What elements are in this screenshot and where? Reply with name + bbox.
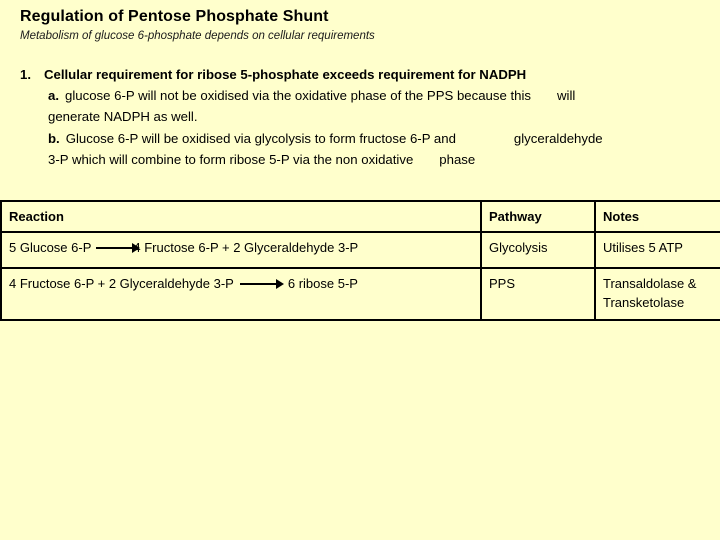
page-title: Regulation of Pentose Phosphate Shunt xyxy=(20,8,329,25)
list-item-1-number: 1. xyxy=(20,67,31,82)
list-item-a-line2-text: generate NADPH as well. xyxy=(48,109,198,125)
cell-pathway: PPS xyxy=(480,267,596,321)
table-row: 5 Glucose 6-P 4 Fructose 6-P + 2 Glyceral… xyxy=(0,231,720,269)
reaction-table: Reaction Pathway Notes 5 Glucose 6-P 4 Fr… xyxy=(0,200,720,321)
body-content: 1. Cellular requirement for ribose 5-phos… xyxy=(20,64,710,170)
list-item-1-text: Cellular requirement for ribose 5-phosph… xyxy=(44,67,527,82)
reaction-products: 6 ribose 5-P xyxy=(287,276,358,291)
table-row: 4 Fructose 6-P + 2 Glyceraldehyde 3-P 6 r… xyxy=(0,267,720,321)
page-subtitle: Metabolism of glucose 6-phosphate depend… xyxy=(20,30,375,42)
right-arrow-icon xyxy=(239,279,284,290)
reaction-products: 4 Fructose 6-P + 2 Glyceraldehyde 3-P xyxy=(133,240,359,255)
slide-canvas: Regulation of Pentose Phosphate Shunt Me… xyxy=(0,0,720,540)
list-item-b-text: Glucose 6-P will be oxidised via glycoly… xyxy=(65,130,456,146)
cell-pathway: Glycolysis xyxy=(480,231,596,269)
list-item-a: a. glucose 6-P will not be oxidised via t… xyxy=(20,85,710,106)
cell-notes: Transaldolase & Transketolase xyxy=(594,267,720,321)
column-header-pathway: Pathway xyxy=(480,200,596,233)
list-item-b-line2-tail: phase xyxy=(439,151,476,167)
list-item-b-line2-text: 3-P which will combine to form ribose 5-… xyxy=(48,151,414,167)
column-header-notes: Notes xyxy=(594,200,720,233)
reaction-reactants: 4 Fructose 6-P + 2 Glyceraldehyde 3-P xyxy=(9,276,234,291)
list-item-b-line2: 3-P which will combine to form ribose 5-… xyxy=(20,149,710,170)
cell-reaction: 4 Fructose 6-P + 2 Glyceraldehyde 3-P 6 r… xyxy=(0,267,482,321)
list-item-1: 1. Cellular requirement for ribose 5-phos… xyxy=(20,64,710,85)
cell-notes-line1: Transaldolase & xyxy=(603,276,697,291)
list-item-a-label: a. xyxy=(48,88,59,104)
list-item-a-line2: generate NADPH as well. xyxy=(20,106,710,127)
right-arrow-icon xyxy=(96,243,141,254)
title-block: Regulation of Pentose Phosphate Shunt Me… xyxy=(20,7,700,44)
cell-notes-line2: Transketolase xyxy=(603,295,685,310)
list-item-b-text-tail: glyceraldehyde xyxy=(513,130,603,146)
cell-reaction: 5 Glucose 6-P 4 Fructose 6-P + 2 Glyceral… xyxy=(0,231,482,269)
list-item-a-text-tail: will xyxy=(557,88,576,104)
list-item-a-text: glucose 6-P will not be oxidised via the… xyxy=(65,88,531,104)
reaction-reactants: 5 Glucose 6-P xyxy=(9,240,92,255)
column-header-reaction: Reaction xyxy=(0,200,482,233)
table-header-row: Reaction Pathway Notes xyxy=(0,200,720,233)
list-item-b-label: b. xyxy=(48,130,60,146)
list-item-b: b. Glucose 6-P will be oxidised via glyco… xyxy=(20,128,710,149)
cell-notes: Utilises 5 ATP xyxy=(594,231,720,269)
